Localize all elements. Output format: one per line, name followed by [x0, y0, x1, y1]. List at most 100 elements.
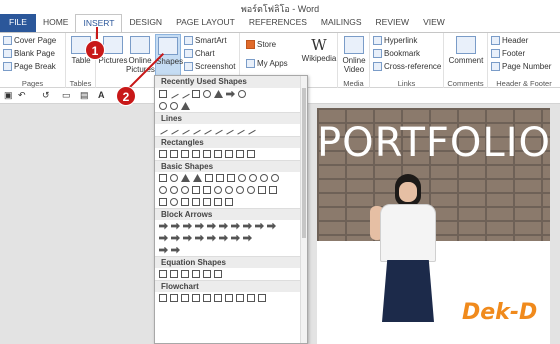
rectangle-shape[interactable] [214, 150, 222, 158]
heptagon-shape[interactable] [260, 174, 268, 182]
cube-shape[interactable] [258, 186, 266, 194]
rectangle-shape[interactable] [203, 150, 211, 158]
brace-shape[interactable] [159, 102, 167, 110]
new-document-icon[interactable]: ▭ [62, 90, 71, 101]
footer-button[interactable]: Footer [491, 48, 525, 60]
chart-button[interactable]: Chart [184, 48, 215, 60]
predefined-process-shape[interactable] [203, 294, 211, 302]
rectangle-shape[interactable] [181, 150, 189, 158]
oval-shape[interactable] [170, 174, 178, 182]
folded-corner-shape[interactable] [214, 198, 222, 206]
blank-page-button[interactable]: Blank Page [3, 48, 55, 60]
parallelogram-shape[interactable] [205, 174, 213, 182]
circular-arrow-shape[interactable] [171, 246, 180, 254]
tab-insert[interactable]: INSERT [75, 14, 123, 32]
bracket-shape[interactable] [181, 198, 189, 206]
line-shape[interactable] [224, 125, 234, 135]
smartart-button[interactable]: SmartArt [184, 35, 227, 47]
line-shape[interactable] [202, 125, 212, 135]
pentagon-shape[interactable] [238, 174, 246, 182]
striped-arrow-shape[interactable] [159, 234, 168, 242]
callout-arrow-shape[interactable] [243, 234, 252, 242]
bracket-shape[interactable] [170, 102, 178, 110]
internal-storage-shape[interactable] [214, 294, 222, 302]
bent-arrow-shape[interactable] [243, 222, 252, 230]
redo-icon[interactable]: ↺ [42, 90, 50, 101]
text-box-shape[interactable] [159, 90, 167, 98]
process-shape[interactable] [159, 294, 167, 302]
rectangle-shape[interactable] [225, 150, 233, 158]
can-shape[interactable] [269, 186, 277, 194]
quad-arrow-callout-shape[interactable] [159, 246, 168, 254]
bevel-shape[interactable] [159, 198, 167, 206]
tab-review[interactable]: REVIEW [369, 14, 417, 32]
data-shape[interactable] [192, 294, 200, 302]
rectangle-shape[interactable] [247, 150, 255, 158]
right-arrow-shape[interactable] [159, 222, 168, 230]
terminator-shape[interactable] [247, 294, 255, 302]
callout-arrow-shape[interactable] [207, 234, 216, 242]
no-symbol-shape[interactable] [181, 186, 189, 194]
line-shape[interactable] [235, 125, 245, 135]
left-right-arrow-shape[interactable] [207, 222, 216, 230]
cross-reference-button[interactable]: Cross-reference [373, 61, 441, 73]
smiley-shape[interactable] [214, 186, 222, 194]
notched-arrow-shape[interactable] [171, 234, 180, 242]
plus-shape[interactable] [159, 270, 167, 278]
line-shape[interactable] [213, 125, 223, 135]
document-shape[interactable] [225, 294, 233, 302]
header-button[interactable]: Header [491, 35, 528, 47]
hyperlink-button[interactable]: Hyperlink [373, 35, 417, 47]
moon-shape[interactable] [247, 186, 255, 194]
my-apps-button[interactable]: My Apps [246, 58, 288, 70]
line-shape[interactable] [169, 89, 179, 99]
bookmark-button[interactable]: Bookmark [373, 48, 420, 60]
up-arrow-shape[interactable] [183, 222, 192, 230]
hexagon-shape[interactable] [249, 174, 257, 182]
arrow-line-shape[interactable] [180, 89, 190, 99]
line-shape[interactable] [191, 125, 201, 135]
equal-shape[interactable] [203, 270, 211, 278]
decagon-shape[interactable] [159, 186, 167, 194]
down-arrow-shape[interactable] [195, 222, 204, 230]
line-shape[interactable] [246, 125, 256, 135]
circle-shape[interactable] [238, 90, 246, 98]
rectangle-shape[interactable] [170, 150, 178, 158]
right-triangle-shape[interactable] [193, 174, 202, 182]
oval-shape[interactable] [203, 90, 211, 98]
undo-icon[interactable]: ↶ [18, 90, 26, 101]
tab-home[interactable]: HOME [36, 14, 76, 32]
heart-shape[interactable] [225, 186, 233, 194]
screenshot-button[interactable]: Screenshot [184, 61, 235, 73]
triangle-shape[interactable] [181, 174, 190, 182]
tab-mailings[interactable]: MAILINGS [314, 14, 369, 32]
wikipedia-button[interactable]: W Wikipedia [300, 36, 338, 63]
tab-page-layout[interactable]: PAGE LAYOUT [169, 14, 242, 32]
plaque-shape[interactable] [203, 198, 211, 206]
half-frame-shape[interactable] [203, 186, 211, 194]
online-video-button[interactable]: Online Video [340, 36, 368, 74]
teardrop-shape[interactable] [225, 198, 233, 206]
font-color-icon[interactable]: A [98, 90, 105, 100]
multidocument-shape[interactable] [236, 294, 244, 302]
not-equal-shape[interactable] [214, 270, 222, 278]
line-shape[interactable] [180, 125, 190, 135]
multiply-shape[interactable] [181, 270, 189, 278]
alternate-process-shape[interactable] [170, 294, 178, 302]
triangle-shape[interactable] [214, 90, 223, 98]
line-shape[interactable] [169, 125, 179, 135]
rectangle-shape[interactable] [159, 150, 167, 158]
rectangle-shape[interactable] [192, 150, 200, 158]
diamond-shape[interactable] [227, 174, 235, 182]
rectangle-shape[interactable] [192, 90, 200, 98]
brace-shape[interactable] [192, 198, 200, 206]
decision-shape[interactable] [181, 294, 189, 302]
line-shape[interactable] [158, 125, 168, 135]
star-shape[interactable] [181, 102, 190, 110]
scrollbar-thumb[interactable] [302, 88, 306, 238]
callout-arrow-shape[interactable] [231, 234, 240, 242]
tab-references[interactable]: REFERENCES [242, 14, 314, 32]
right-arrow-shape[interactable] [226, 90, 235, 98]
tab-file[interactable]: FILE [0, 14, 36, 32]
cover-page-button[interactable]: Cover Page [3, 35, 56, 47]
